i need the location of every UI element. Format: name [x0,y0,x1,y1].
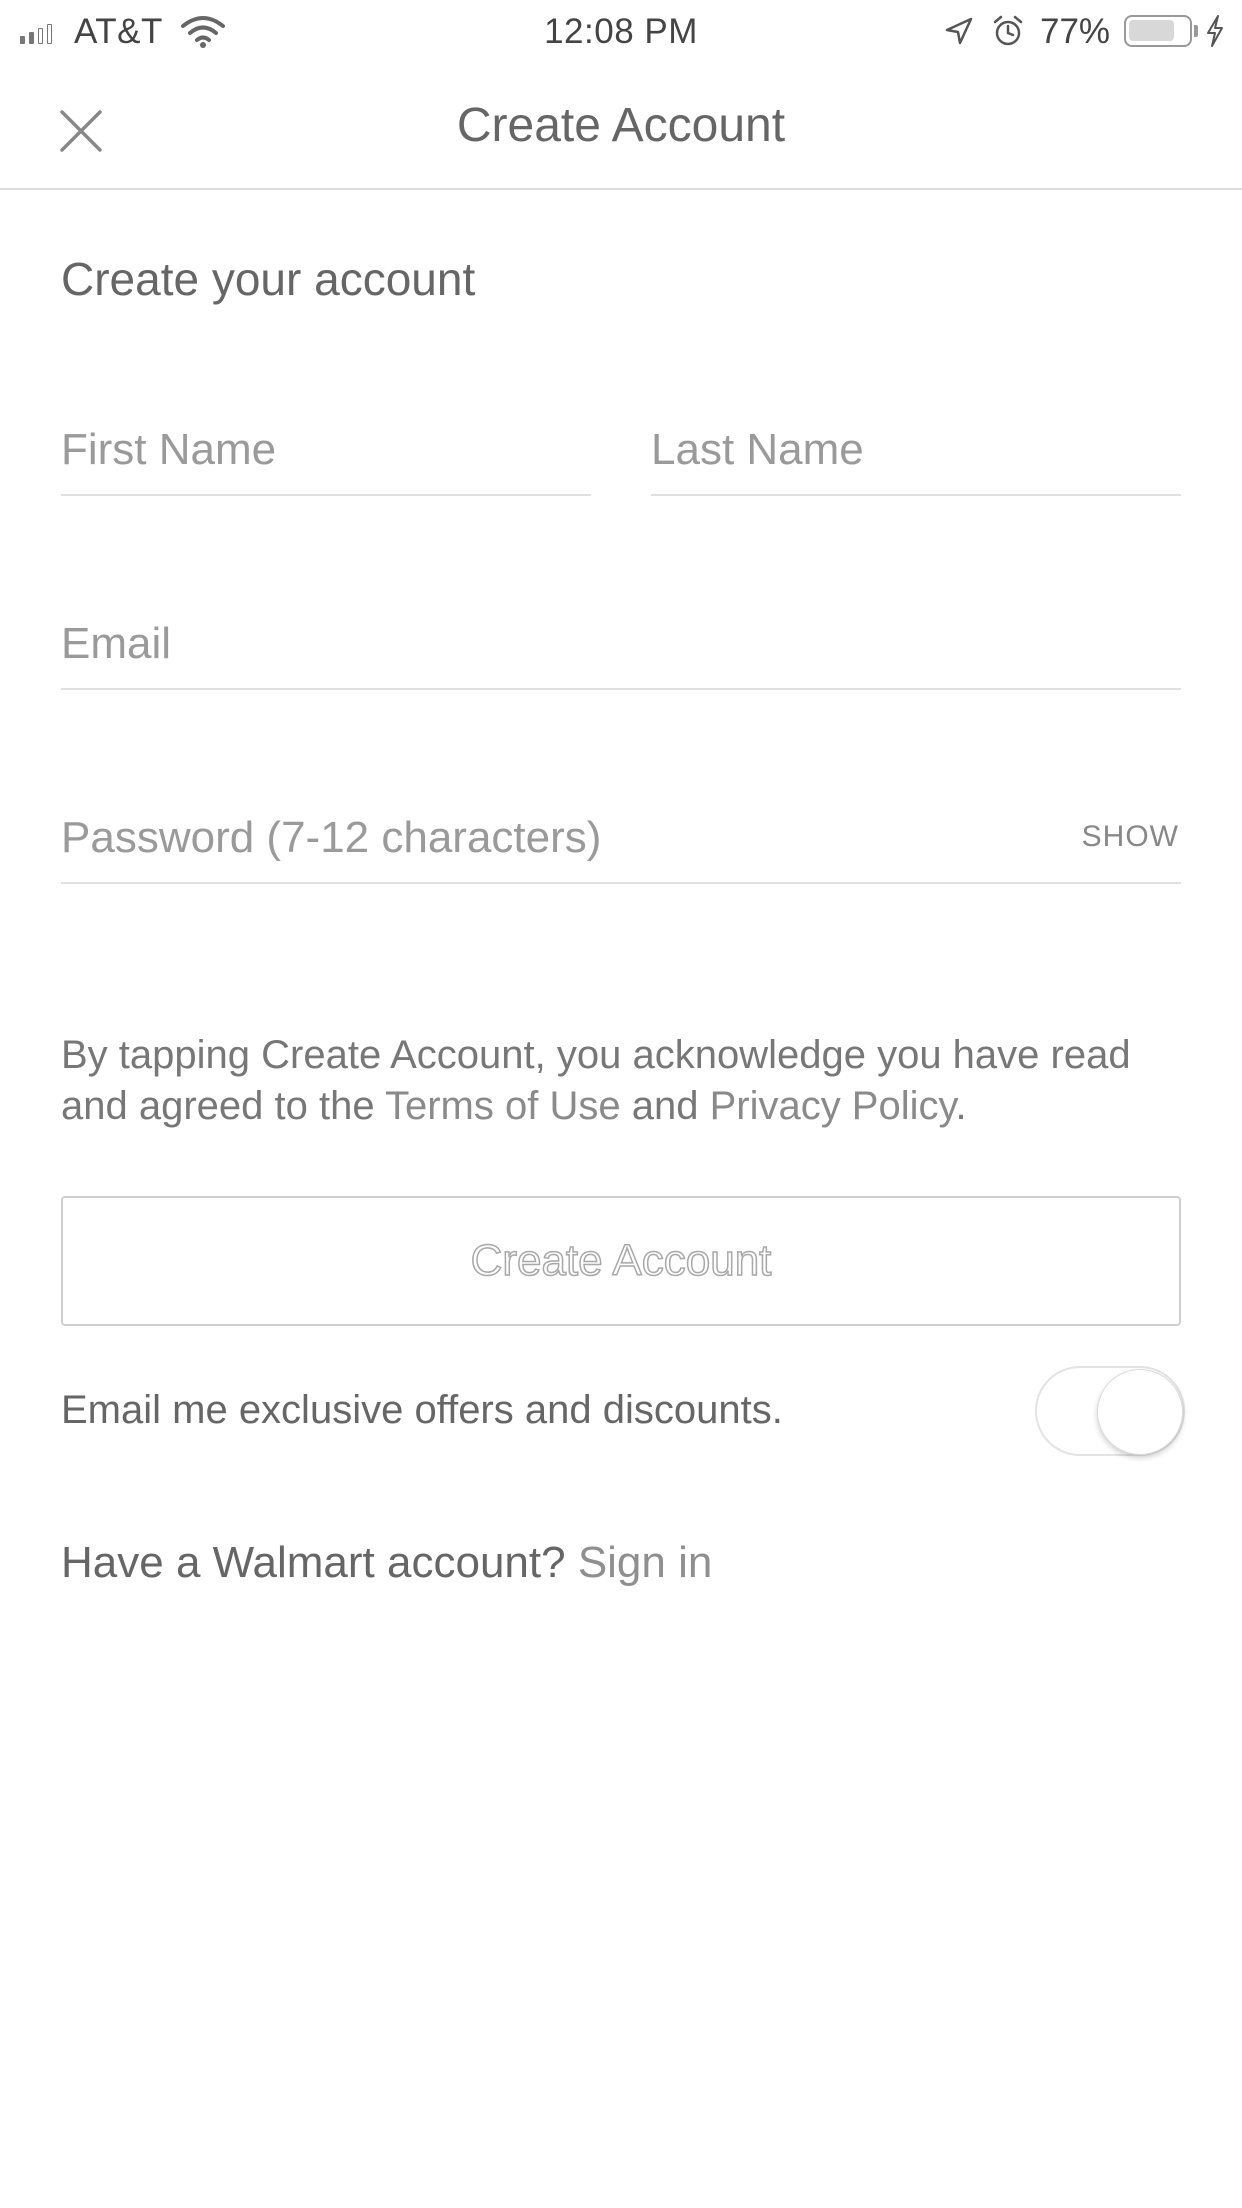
battery-tip [1194,25,1198,37]
first-name-field[interactable] [61,406,591,494]
terms-suffix: . [955,1084,967,1128]
email-offers-toggle[interactable] [1035,1366,1185,1456]
privacy-policy-link[interactable]: Privacy Policy [710,1084,956,1128]
page-title: Create Account [456,99,786,152]
charging-bolt-icon [1207,15,1223,47]
sign-in-link[interactable]: Sign in [578,1538,713,1587]
signin-prompt-text: Have a Walmart account? [61,1538,578,1587]
battery-level-fill [1129,20,1174,41]
nav-bar: Create Account [0,62,1242,190]
terms-and: and [620,1084,710,1128]
signin-prompt: Have a Walmart account? Sign in [61,1538,712,1588]
first-name-field-container [61,406,591,496]
status-bar: AT&T 12:08 PM 77% [0,0,1242,62]
last-name-field[interactable] [651,406,1181,494]
location-arrow-icon [945,17,973,45]
create-account-button[interactable]: Create Account [61,1196,1181,1326]
terms-of-use-link[interactable]: Terms of Use [385,1084,621,1128]
email-field-container [61,600,1181,690]
email-offers-label: Email me exclusive offers and discounts. [61,1388,783,1432]
password-field[interactable] [61,794,1021,882]
terms-notice: By tapping Create Account, you acknowled… [61,1030,1201,1132]
battery-icon [1124,15,1192,47]
last-name-field-container [651,406,1181,496]
battery-percent: 77% [1040,12,1111,51]
alarm-icon [993,15,1023,46]
toggle-knob [1097,1369,1183,1455]
email-field[interactable] [61,600,1181,688]
show-password-button[interactable]: SHOW [1082,820,1179,854]
form-heading: Create your account [61,253,476,305]
password-field-container: SHOW [61,794,1181,884]
